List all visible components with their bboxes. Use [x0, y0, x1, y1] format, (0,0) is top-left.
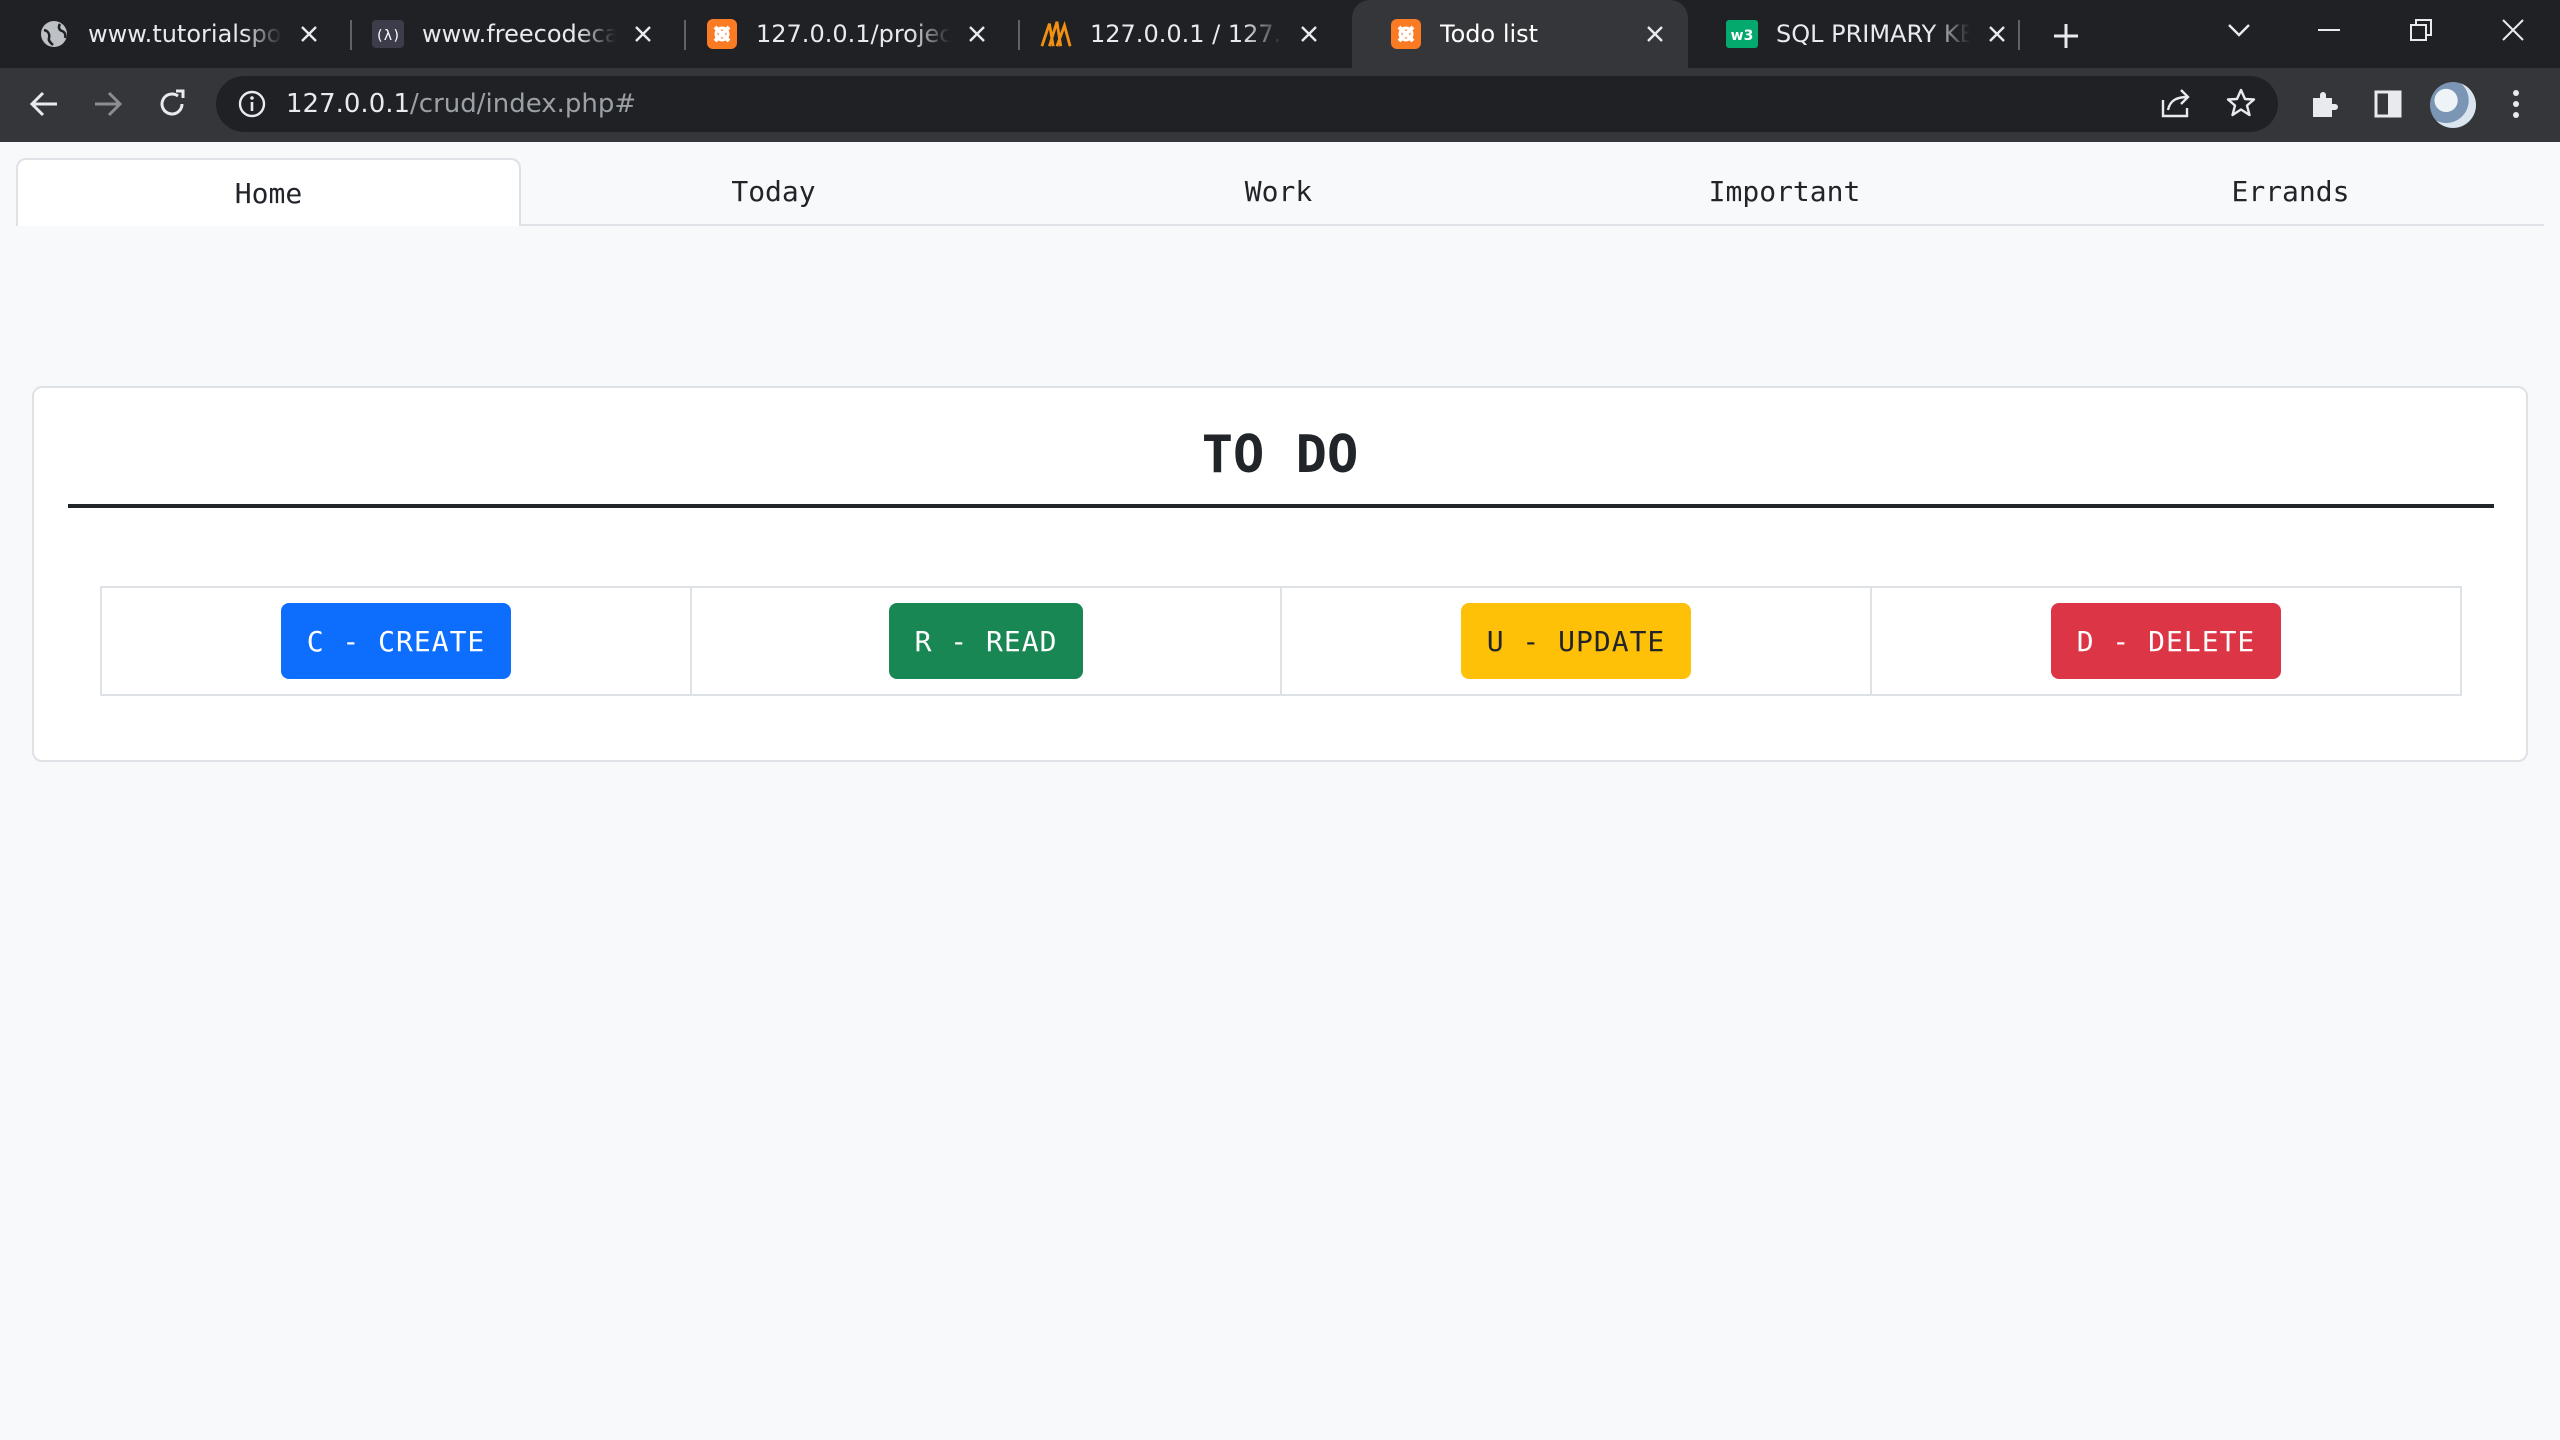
close-icon[interactable] [962, 19, 992, 49]
url-text[interactable]: 127.0.0.1/crud/index.php# [286, 76, 636, 132]
tab-title: www.tutorialspoint.com [88, 20, 282, 48]
browser-toolbar: 127.0.0.1/crud/index.php# [0, 68, 2560, 142]
close-icon[interactable] [1982, 19, 2012, 49]
category-nav-tabs: Home Today Work Important Errands [16, 158, 2544, 226]
arrow-right-icon [95, 91, 123, 117]
url-path: /crud/index.php# [410, 89, 637, 119]
plus-icon [2054, 24, 2078, 48]
url-host: 127.0.0.1 [286, 89, 411, 119]
action-cell-update: U - UPDATE [1282, 588, 1872, 694]
w3schools-icon: w3 [1726, 18, 1758, 50]
reload-button[interactable] [148, 80, 196, 128]
xampp-icon [1390, 18, 1422, 50]
browser-tab-strip: www.tutorialspoint.com (λ) www.freecodec… [0, 0, 2560, 68]
title-divider [68, 504, 2494, 508]
tab-separator [2018, 20, 2020, 50]
create-button[interactable]: C - CREATE [280, 603, 512, 679]
tab-title: Todo list [1440, 20, 1539, 48]
arrow-left-icon [29, 91, 57, 117]
tab-title: www.freecodecamp.org [422, 20, 616, 48]
new-tab-button[interactable] [2046, 16, 2086, 56]
close-icon[interactable] [294, 19, 324, 49]
profile-avatar[interactable] [2430, 82, 2476, 128]
kebab-menu-icon [2513, 90, 2519, 118]
delete-button[interactable]: D - DELETE [2050, 603, 2282, 679]
close-icon[interactable] [1640, 19, 1670, 49]
tab-search-button[interactable] [2214, 10, 2264, 50]
todo-card: TO DO C - CREATE R - READ U - UPDATE D -… [32, 386, 2528, 762]
tab-title: 127.0.0.1 / 127.0.0.1 [1090, 20, 1282, 48]
close-window-button[interactable] [2488, 10, 2538, 50]
crud-actions: C - CREATE R - READ U - UPDATE D - DELET… [100, 586, 2462, 696]
address-bar[interactable]: 127.0.0.1/crud/index.php# [216, 76, 2278, 132]
browser-tab-phpmyadmin[interactable]: 127.0.0.1 / 127.0.0.1 [1002, 0, 1342, 68]
xampp-icon [706, 18, 738, 50]
forward-button[interactable] [84, 80, 132, 128]
extensions-button[interactable] [2300, 80, 2348, 128]
svg-text:(λ): (λ) [375, 28, 400, 44]
action-cell-delete: D - DELETE [1872, 588, 2460, 694]
back-button[interactable] [20, 80, 68, 128]
freecodecamp-icon: (λ) [372, 18, 404, 50]
update-button[interactable]: U - UPDATE [1460, 603, 1692, 679]
page-content: Home Today Work Important Errands TO DO … [0, 142, 2560, 1440]
svg-text:w3: w3 [1731, 28, 1754, 44]
tab-errands[interactable]: Errands [2038, 158, 2543, 224]
browser-tab-project[interactable]: 127.0.0.1/project/index.php [668, 0, 1010, 68]
side-panel-icon [2374, 90, 2402, 118]
globe-icon [38, 18, 70, 50]
share-icon[interactable] [2160, 88, 2192, 123]
chevron-down-icon [2228, 24, 2250, 37]
browser-tab-tutorialspoint[interactable]: www.tutorialspoint.com [0, 0, 342, 68]
browser-tab-todo-list[interactable]: Todo list [1352, 0, 1688, 68]
tab-home[interactable]: Home [16, 158, 521, 226]
restore-icon [2410, 19, 2432, 41]
browser-tab-freecodecamp[interactable]: (λ) www.freecodecamp.org [334, 0, 676, 68]
puzzle-icon [2313, 92, 2338, 117]
read-button[interactable]: R - READ [888, 603, 1084, 679]
action-cell-read: R - READ [692, 588, 1282, 694]
tab-important[interactable]: Important [1532, 158, 2037, 224]
page-title: TO DO [1201, 425, 1359, 485]
browser-tab-sql-primary-key[interactable]: w3 SQL PRIMARY KEY Constraint [1688, 0, 2030, 68]
tab-title: 127.0.0.1/project/index.php [756, 20, 950, 48]
tab-title: SQL PRIMARY KEY Constraint [1776, 20, 1970, 48]
bookmark-star-icon[interactable] [2226, 88, 2256, 123]
phpmyadmin-icon [1040, 18, 1072, 50]
info-icon[interactable] [238, 90, 266, 123]
restore-button[interactable] [2396, 10, 2446, 50]
action-cell-create: C - CREATE [102, 588, 692, 694]
minimize-button[interactable] [2304, 10, 2354, 50]
close-icon [2502, 19, 2524, 41]
minimize-icon [2318, 29, 2340, 31]
tab-work[interactable]: Work [1026, 158, 1531, 224]
close-icon[interactable] [628, 19, 658, 49]
menu-button[interactable] [2492, 80, 2540, 128]
side-panel-button[interactable] [2364, 80, 2412, 128]
reload-icon [160, 89, 185, 116]
tab-today[interactable]: Today [521, 158, 1026, 224]
close-icon[interactable] [1294, 19, 1324, 49]
